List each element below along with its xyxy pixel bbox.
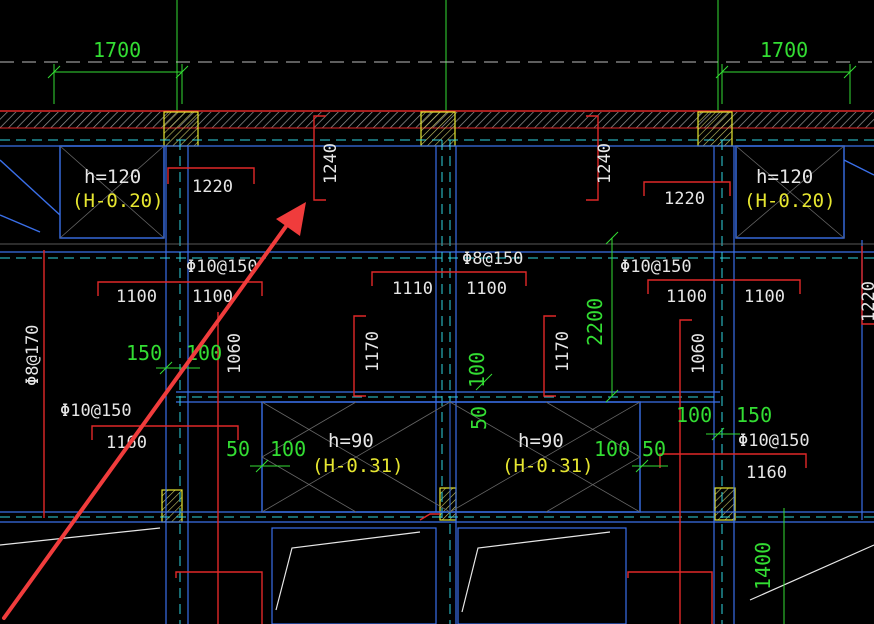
len-h-6: 1100: [466, 279, 507, 299]
green-dim-5: 2200: [583, 298, 607, 346]
green-dim-8: 50: [226, 437, 250, 461]
rebar-spec-5: Φ10@150: [60, 401, 132, 421]
rebar-spec-2: Φ8@150: [462, 249, 523, 269]
len-v-4: 1170: [363, 331, 383, 372]
slab-elev-bottom-right: (H-0.31): [502, 455, 594, 477]
annotation-arrow: [2, 202, 306, 620]
rebar-spec-3: Φ10@150: [620, 257, 692, 277]
rebar-spec-1: Φ10@150: [186, 257, 258, 277]
cad-drawing-canvas[interactable]: 1700 1700 h=120 (H-0.20) h=120 (H-0.20) …: [0, 0, 874, 624]
axis-lines: [176, 0, 719, 112]
len-v-5: 1170: [553, 331, 573, 372]
len-v-6: 1060: [689, 333, 709, 374]
len-h-2: 1220: [664, 189, 705, 209]
rebar-spec-6: Φ10@150: [738, 431, 810, 451]
rebar-spec-4: Φ8@170: [23, 325, 43, 386]
green-dim-7: 150: [736, 403, 772, 427]
slab-elev-right: (H-0.20): [744, 190, 836, 212]
slab-thickness-bottom-left: h=90: [328, 430, 374, 452]
len-v-2: 1240: [595, 143, 615, 184]
lower-rooms: [0, 527, 874, 624]
len-h-8: 1100: [744, 287, 785, 307]
green-dim-3: 100: [465, 352, 489, 388]
slab-thickness-right: h=120: [756, 166, 813, 188]
len-v-7: 1220: [859, 281, 874, 322]
green-dim-1: 150: [126, 341, 162, 365]
len-h-5: 1110: [392, 279, 433, 299]
len-h-4: 1100: [192, 287, 233, 307]
cyan-dashed-lines: [0, 139, 874, 624]
top-dimension-lines: [0, 61, 874, 104]
len-h-7: 1100: [666, 287, 707, 307]
slab-elev-left: (H-0.20): [72, 190, 164, 212]
green-dim-10: 100: [594, 437, 630, 461]
slab-thickness-left: h=120: [84, 166, 141, 188]
len-v-1: 1240: [321, 143, 341, 184]
green-dim-9: 100: [270, 437, 306, 461]
green-dim-2: 100: [186, 341, 222, 365]
green-dim-6: 100: [676, 403, 712, 427]
dim-text-top-right: 1700: [760, 38, 808, 62]
slab-thickness-bottom-right: h=90: [518, 430, 564, 452]
len-h-1: 1220: [192, 177, 233, 197]
dim-text-top-left: 1700: [93, 38, 141, 62]
len-h-3: 1100: [116, 287, 157, 307]
green-dim-11: 50: [642, 437, 666, 461]
len-h-10: 1160: [746, 463, 787, 483]
len-v-3: 1060: [225, 333, 245, 374]
green-dim-12: 1400: [751, 542, 775, 590]
blue-beams: [0, 145, 874, 624]
green-dim-4: 50: [467, 406, 491, 430]
slab-elev-bottom-left: (H-0.31): [312, 455, 404, 477]
